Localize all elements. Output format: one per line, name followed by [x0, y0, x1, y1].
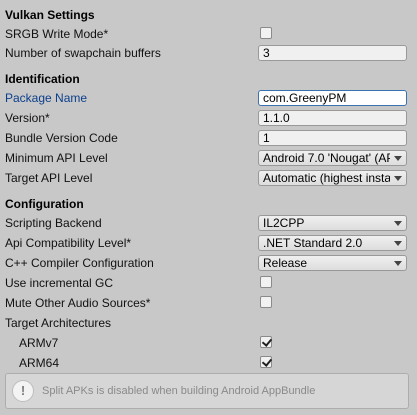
vulkan-settings-header: Vulkan Settings [5, 8, 95, 22]
cpp-compiler-value: Release [263, 256, 308, 270]
swapchain-buffers-row: Number of swapchain buffers 3 [0, 44, 417, 62]
minimum-api-level-label: Minimum API Level [5, 151, 108, 165]
cpp-compiler-row: C++ Compiler Configuration Release [0, 254, 417, 272]
scripting-backend-dropdown[interactable]: IL2CPP [258, 215, 407, 231]
minimum-api-level-row: Minimum API Level Android 7.0 'Nougat' (… [0, 149, 417, 167]
help-message: Split APKs is disabled when building And… [42, 385, 316, 397]
target-api-level-dropdown[interactable]: Automatic (highest insta [258, 170, 407, 186]
version-field[interactable]: 1.1.0 [258, 110, 407, 126]
minimum-api-level-value: Android 7.0 'Nougat' (AP [263, 151, 390, 165]
chevron-down-icon [394, 221, 402, 226]
arm64-label: ARM64 [19, 356, 60, 370]
configuration-header: Configuration [5, 197, 84, 211]
armv7-row: ARMv7 [0, 334, 417, 352]
incremental-gc-checkbox[interactable] [260, 276, 272, 288]
srgb-write-mode-row: SRGB Write Mode* [0, 25, 417, 43]
version-row: Version* 1.1.0 [0, 109, 417, 127]
target-api-level-row: Target API Level Automatic (highest inst… [0, 169, 417, 187]
armv7-checkbox[interactable] [260, 336, 273, 348]
bundle-version-code-field[interactable]: 1 [258, 130, 407, 146]
scripting-backend-value: IL2CPP [263, 216, 305, 230]
incremental-gc-label: Use incremental GC [5, 276, 114, 290]
target-architectures-label: Target Architectures [5, 316, 112, 330]
identification-header: Identification [5, 72, 80, 86]
api-compatibility-dropdown[interactable]: .NET Standard 2.0 [258, 235, 407, 251]
mute-audio-row: Mute Other Audio Sources* [0, 294, 417, 312]
checkmark-icon [261, 356, 273, 367]
cpp-compiler-dropdown[interactable]: Release [258, 255, 407, 271]
bundle-version-code-label: Bundle Version Code [5, 131, 118, 145]
mute-audio-label: Mute Other Audio Sources* [5, 296, 151, 310]
arm64-checkbox[interactable] [260, 356, 273, 368]
swapchain-buffers-field[interactable]: 3 [258, 45, 407, 61]
arm64-row: ARM64 [0, 354, 417, 372]
split-apks-help-box: ! Split APKs is disabled when building A… [5, 373, 409, 409]
target-api-level-label: Target API Level [5, 171, 93, 185]
chevron-down-icon [394, 261, 402, 266]
api-compatibility-label: Api Compatibility Level* [5, 236, 132, 250]
api-compatibility-value: .NET Standard 2.0 [263, 236, 363, 250]
srgb-write-mode-checkbox[interactable] [260, 27, 272, 39]
scripting-backend-label: Scripting Backend [5, 216, 102, 230]
incremental-gc-row: Use incremental GC [0, 274, 417, 292]
package-name-field[interactable]: com.GreenyPM [258, 90, 407, 106]
chevron-down-icon [394, 241, 402, 246]
chevron-down-icon [394, 156, 402, 161]
api-compatibility-row: Api Compatibility Level* .NET Standard 2… [0, 234, 417, 252]
srgb-write-mode-label: SRGB Write Mode* [5, 27, 109, 41]
version-label: Version* [5, 111, 50, 125]
player-settings-panel: Vulkan Settings SRGB Write Mode* Number … [0, 0, 417, 415]
swapchain-buffers-label: Number of swapchain buffers [5, 46, 161, 60]
minimum-api-level-dropdown[interactable]: Android 7.0 'Nougat' (AP [258, 150, 407, 166]
cpp-compiler-label: C++ Compiler Configuration [5, 256, 154, 270]
checkmark-icon [261, 336, 273, 347]
package-name-row: Package Name com.GreenyPM [0, 89, 417, 107]
bundle-version-code-row: Bundle Version Code 1 [0, 129, 417, 147]
package-name-label: Package Name [5, 91, 88, 105]
mute-audio-checkbox[interactable] [260, 296, 272, 308]
scripting-backend-row: Scripting Backend IL2CPP [0, 214, 417, 232]
info-icon: ! [12, 380, 34, 402]
target-api-level-value: Automatic (highest insta [263, 171, 390, 185]
chevron-down-icon [394, 176, 402, 181]
armv7-label: ARMv7 [19, 336, 59, 350]
target-architectures-row: Target Architectures [0, 314, 417, 332]
